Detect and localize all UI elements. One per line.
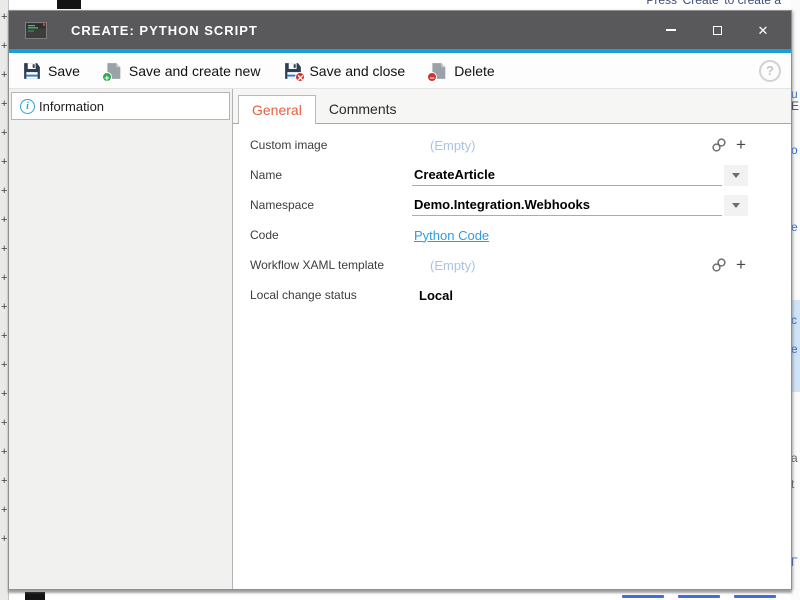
background-text-fragment: t <box>791 478 800 490</box>
field-label: Name <box>250 168 412 182</box>
background-expand-fragment: + <box>1 360 7 370</box>
add-icon[interactable]: + <box>734 257 748 273</box>
help-icon[interactable]: ? <box>759 60 781 82</box>
tab-general[interactable]: General <box>238 95 316 124</box>
background-text-fragment: a <box>791 452 800 464</box>
name-value[interactable]: CreateArticle <box>412 165 722 186</box>
background-app-bottom <box>9 591 791 600</box>
save-and-create-new-button[interactable]: + Save and create new <box>104 62 261 80</box>
title-bar[interactable]: CREATE: PYTHON SCRIPT ✕ <box>9 11 791 49</box>
background-expand-fragment: + <box>1 41 7 51</box>
background-expand-fragment: + <box>1 244 7 254</box>
background-text-fragment: c <box>791 314 800 326</box>
link-object-icon[interactable] <box>711 257 727 273</box>
custom-image-field[interactable]: (Empty) + <box>412 137 748 153</box>
background-text-fragment: o <box>791 144 800 156</box>
background-expand-fragment: + <box>1 99 7 109</box>
background-text-fragment: Γ <box>791 556 800 568</box>
field-label: Custom image <box>250 138 412 152</box>
document-minus-icon: − <box>429 62 447 80</box>
form-row-workflow-xaml: Workflow XAML template (Empty) + <box>250 250 748 280</box>
minimize-button[interactable] <box>663 22 679 38</box>
chevron-down-icon <box>732 203 740 208</box>
background-expand-fragment: + <box>1 418 7 428</box>
namespace-dropdown-button[interactable] <box>724 195 748 216</box>
information-panel: i Information <box>9 89 233 589</box>
floppy-close-icon: ✕ <box>284 62 302 80</box>
background-right-strip: uEoeceatΓ <box>791 0 800 600</box>
information-label: Information <box>39 99 104 114</box>
background-expand-fragment: + <box>1 389 7 399</box>
dialog-title: CREATE: PYTHON SCRIPT <box>71 23 258 38</box>
field-label: Code <box>250 228 412 242</box>
background-expand-fragment: + <box>1 215 7 225</box>
background-expand-fragment: + <box>1 273 7 283</box>
background-text-fragment: E <box>791 100 800 112</box>
local-change-status-value: Local <box>412 288 453 303</box>
save-label: Save <box>48 63 80 79</box>
form-row-local-change-status: Local change status Local <box>250 280 748 310</box>
save-and-close-label: Save and close <box>309 63 405 79</box>
form-row-namespace: Namespace Demo.Integration.Webhooks <box>250 190 748 220</box>
background-expand-fragment: + <box>1 302 7 312</box>
background-expand-fragment: + <box>1 128 7 138</box>
save-and-close-button[interactable]: ✕ Save and close <box>284 62 405 80</box>
background-expand-fragment: + <box>1 12 7 22</box>
tab-strip: General Comments <box>233 89 791 124</box>
form-row-code: Code Python Code <box>250 220 748 250</box>
background-expand-fragment: + <box>1 157 7 167</box>
empty-placeholder: (Empty) <box>412 258 476 273</box>
namespace-value[interactable]: Demo.Integration.Webhooks <box>412 195 722 216</box>
background-text-fragment: e <box>791 343 800 355</box>
maximize-button[interactable] <box>709 22 725 38</box>
info-icon: i <box>20 99 35 114</box>
chevron-down-icon <box>732 173 740 178</box>
link-object-icon[interactable] <box>711 137 727 153</box>
field-label: Workflow XAML template <box>250 258 412 272</box>
general-tab-content: Custom image (Empty) + <box>233 124 791 589</box>
add-icon[interactable]: + <box>734 137 748 153</box>
form-row-name: Name CreateArticle <box>250 160 748 190</box>
workflow-xaml-field[interactable]: (Empty) + <box>412 257 748 273</box>
field-label: Local change status <box>250 288 412 302</box>
python-code-link[interactable]: Python Code <box>412 228 489 243</box>
form-row-custom-image: Custom image (Empty) + <box>250 130 748 160</box>
sidebar-item-information[interactable]: i Information <box>11 92 230 120</box>
namespace-field[interactable]: Demo.Integration.Webhooks <box>412 195 748 216</box>
delete-label: Delete <box>454 63 494 79</box>
background-expand-fragment: + <box>1 186 7 196</box>
background-link-fragment <box>622 595 776 598</box>
save-floppy-icon <box>23 62 41 80</box>
name-dropdown-button[interactable] <box>724 165 748 186</box>
delete-button[interactable]: − Delete <box>429 62 494 80</box>
tab-comments[interactable]: Comments <box>316 95 410 123</box>
save-and-create-new-label: Save and create new <box>129 63 261 79</box>
background-icon-fragment <box>57 0 81 9</box>
background-expand-fragment: + <box>1 70 7 80</box>
background-text-fragment: Press 'Create' to create a <box>646 0 781 7</box>
background-expand-fragment: + <box>1 476 7 486</box>
window-app-icon <box>25 22 47 39</box>
field-label: Namespace <box>250 198 412 212</box>
background-expand-fragment: + <box>1 534 7 544</box>
close-button[interactable]: ✕ <box>755 22 771 38</box>
name-field[interactable]: CreateArticle <box>412 165 748 186</box>
empty-placeholder: (Empty) <box>412 138 476 153</box>
background-app-top: Press 'Create' to create a <box>9 0 791 10</box>
background-expand-fragment: + <box>1 447 7 457</box>
toolbar: Save + Save and create new <box>9 53 791 89</box>
background-expand-fragment: + <box>1 505 7 515</box>
save-button[interactable]: Save <box>23 62 80 80</box>
create-python-script-dialog: CREATE: PYTHON SCRIPT ✕ Save <box>8 10 792 590</box>
background-text-fragment: e <box>791 221 800 233</box>
background-expand-fragment: + <box>1 331 7 341</box>
document-plus-icon: + <box>104 62 122 80</box>
background-icon-fragment <box>25 592 45 600</box>
